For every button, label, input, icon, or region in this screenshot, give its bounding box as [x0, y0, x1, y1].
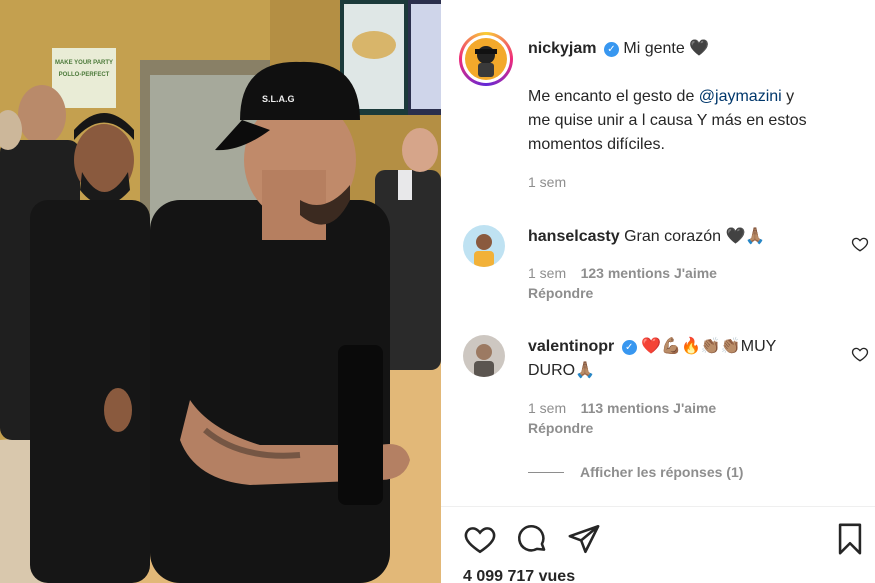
store-sign-line1: MAKE YOUR PARTY	[55, 60, 113, 66]
comment-like-heart-icon[interactable]	[851, 345, 869, 363]
post-timestamp[interactable]: 1 sem	[528, 174, 566, 190]
caption-line-3: momentos difíciles.	[528, 136, 665, 153]
verified-badge-icon: ✓	[621, 340, 637, 355]
author-username[interactable]: nickyjam	[528, 40, 596, 57]
caption-heart-emoji: 🖤	[689, 40, 710, 57]
comment-text-line2: DURO🙏🏽	[528, 362, 596, 379]
verified-badge-icon: ✓	[603, 42, 619, 57]
caption-text-1b: y	[781, 88, 795, 105]
comment-likes[interactable]: 123 mentions J'aime	[581, 265, 717, 281]
post-video[interactable]: MAKE YOUR PARTY POLLO-PERFECT S.L.A.G	[0, 0, 441, 583]
comment-item: hanselcasty Gran corazón 🖤🙏🏽 1 sem 123 m…	[463, 225, 869, 315]
caption-text-1: Me encanto el gesto de	[528, 88, 699, 105]
commenter-username[interactable]: valentinopr	[528, 338, 614, 355]
commenter-username[interactable]: hanselcasty	[528, 228, 620, 245]
comment-text: ❤️💪🏽🔥👏🏽👏🏽MUY	[641, 338, 777, 355]
view-replies-line	[528, 471, 564, 473]
cap-text: S.L.A.G	[262, 94, 295, 104]
post-header: nickyjam ✓ Mi gente 🖤	[528, 37, 709, 61]
comment-like-heart-icon[interactable]	[851, 235, 869, 253]
bookmark-icon[interactable]	[833, 522, 867, 556]
comment-text: Gran corazón 🖤🙏🏽	[624, 228, 766, 245]
paper-plane-icon[interactable]	[567, 522, 601, 556]
author-avatar[interactable]	[459, 32, 513, 86]
commenter-avatar[interactable]	[463, 335, 505, 377]
comment-icon[interactable]	[515, 522, 549, 556]
view-replies-toggle[interactable]: Afficher les réponses (1)	[528, 464, 743, 480]
comment-time[interactable]: 1 sem	[528, 265, 566, 281]
comment-time[interactable]: 1 sem	[528, 400, 566, 416]
post-caption: Me encanto el gesto de @jaymazini y me q…	[528, 85, 858, 157]
comment-item: valentinopr ✓ ❤️💪🏽🔥👏🏽👏🏽MUY DURO🙏🏽 1 sem …	[463, 335, 869, 445]
post-details-panel: nickyjam ✓ Mi gente 🖤 Me encanto el gest…	[441, 0, 875, 583]
comment-meta: 1 sem 123 mentions J'aime	[528, 265, 717, 283]
caption-line-2: me quise unir a l causa Y más en estos	[528, 112, 807, 129]
comment-reply-button[interactable]: Répondre	[528, 285, 593, 301]
comment-meta: 1 sem 113 mentions J'aime	[528, 400, 716, 418]
caption-mention-link[interactable]: @jaymazini	[699, 88, 782, 105]
caption-line-1: Me encanto el gesto de @jaymazini y	[528, 85, 858, 109]
comment-likes[interactable]: 113 mentions J'aime	[581, 400, 717, 416]
caption-first-line: Mi gente	[623, 40, 685, 57]
comment-reply-button[interactable]: Répondre	[528, 420, 593, 436]
comment-text-block: valentinopr ✓ ❤️💪🏽🔥👏🏽👏🏽MUY DURO🙏🏽	[528, 335, 818, 383]
commenter-avatar-illustration	[463, 225, 505, 267]
store-sign-line2: POLLO-PERFECT	[59, 72, 110, 78]
actions-divider	[441, 506, 875, 507]
commenter-avatar-illustration	[463, 335, 505, 377]
heart-icon[interactable]	[463, 522, 497, 556]
view-replies-label[interactable]: Afficher les réponses (1)	[580, 464, 743, 480]
view-count[interactable]: 4 099 717 vues	[463, 568, 575, 583]
author-avatar-illustration	[465, 38, 507, 80]
commenter-avatar[interactable]	[463, 225, 505, 267]
comment-text-block: hanselcasty Gran corazón 🖤🙏🏽	[528, 225, 818, 249]
video-frame-illustration: MAKE YOUR PARTY POLLO-PERFECT S.L.A.G	[0, 0, 441, 583]
